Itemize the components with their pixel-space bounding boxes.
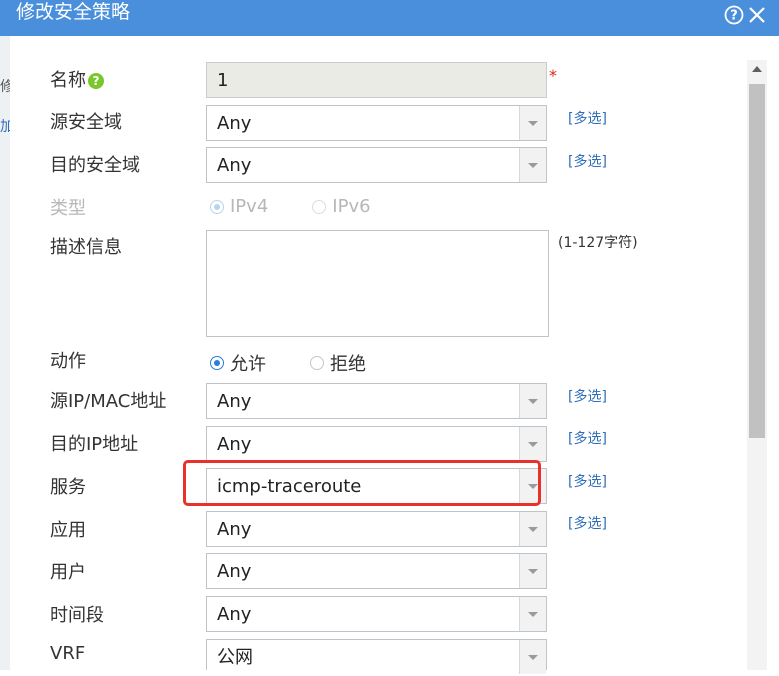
type-ipv6-label: IPv6	[332, 196, 371, 217]
vrf-value: 公网	[217, 647, 253, 668]
dst-zone-select[interactable]: Any	[206, 147, 547, 183]
help-icon[interactable]: ?	[723, 4, 745, 26]
src-addr-select[interactable]: Any	[206, 383, 547, 419]
dst-addr-value: Any	[217, 434, 252, 455]
description-textarea[interactable]	[206, 230, 549, 337]
service-highlight-box	[183, 460, 541, 506]
application-select[interactable]: Any	[206, 511, 547, 547]
dst-zone-value: Any	[217, 155, 252, 176]
vrf-select[interactable]: 公网	[206, 639, 547, 674]
type-ipv4-radio[interactable]	[210, 199, 224, 214]
application-label: 应用	[50, 520, 86, 541]
name-value: 1	[217, 70, 229, 91]
service-label: 服务	[50, 477, 86, 498]
required-mark: *	[549, 66, 557, 85]
time-range-select[interactable]: Any	[206, 596, 547, 632]
src-zone-select[interactable]: Any	[206, 105, 547, 141]
action-radio-group: 允许 拒绝	[210, 350, 410, 376]
src-zone-multi-link[interactable]: [多选]	[568, 108, 607, 128]
background-text-fragment: 修	[0, 79, 10, 95]
application-multi-link[interactable]: [多选]	[568, 513, 607, 533]
src-zone-label: 源安全域	[50, 112, 122, 133]
src-addr-label: 源IP/MAC地址	[50, 391, 167, 412]
application-value: Any	[217, 519, 252, 540]
dst-zone-label: 目的安全域	[50, 155, 140, 176]
dialog-body: 名称? 1 * 源安全域 Any [多选] 目的安全域 Any [多选] 类型 …	[10, 36, 779, 674]
name-help-icon[interactable]: ?	[88, 73, 104, 89]
src-addr-multi-link[interactable]: [多选]	[568, 386, 607, 406]
action-label: 动作	[50, 351, 86, 372]
dialog-titlebar: 修改安全策略 ?	[0, 0, 779, 36]
description-hint: (1-127字符)	[558, 235, 638, 251]
name-label-text: 名称	[50, 70, 86, 91]
dst-addr-label: 目的IP地址	[50, 434, 139, 455]
time-range-value: Any	[217, 604, 252, 625]
name-field[interactable]: 1	[206, 62, 547, 98]
type-radio-group: IPv4 IPv6	[210, 196, 415, 217]
user-select[interactable]: Any	[206, 553, 547, 589]
dst-zone-multi-link[interactable]: [多选]	[568, 151, 607, 171]
action-allow-label: 允许	[230, 354, 266, 375]
chevron-down-icon[interactable]	[519, 512, 546, 546]
background-link-fragment: 加	[0, 119, 10, 135]
vertical-scrollbar[interactable]	[747, 60, 767, 670]
chevron-down-icon[interactable]	[519, 106, 546, 140]
scroll-up-icon[interactable]	[747, 60, 767, 80]
type-ipv6-radio[interactable]	[312, 199, 327, 214]
chevron-down-icon[interactable]	[519, 384, 546, 418]
src-addr-value: Any	[217, 391, 252, 412]
service-multi-link[interactable]: [多选]	[568, 471, 607, 491]
src-zone-value: Any	[217, 113, 252, 134]
chevron-down-icon[interactable]	[519, 640, 546, 674]
type-label: 类型	[50, 198, 86, 219]
dst-addr-select[interactable]: Any	[206, 426, 547, 462]
user-value: Any	[217, 561, 252, 582]
action-deny-label: 拒绝	[330, 354, 366, 375]
action-allow-radio[interactable]	[210, 356, 224, 370]
chevron-down-icon[interactable]	[519, 597, 546, 631]
vrf-label: VRF	[50, 643, 86, 664]
name-label: 名称?	[50, 66, 104, 92]
dialog-title: 修改安全策略	[16, 1, 131, 23]
chevron-down-icon[interactable]	[519, 554, 546, 588]
scrollbar-thumb[interactable]	[749, 84, 765, 438]
close-icon[interactable]	[746, 4, 768, 26]
user-label: 用户	[50, 562, 86, 583]
chevron-down-icon[interactable]	[519, 148, 546, 182]
chevron-down-icon[interactable]	[519, 427, 546, 461]
description-label: 描述信息	[50, 237, 122, 258]
svg-text:?: ?	[730, 9, 738, 24]
time-range-label: 时间段	[50, 605, 104, 626]
type-ipv4-label: IPv4	[230, 196, 269, 217]
action-deny-radio[interactable]	[310, 356, 324, 370]
dst-addr-multi-link[interactable]: [多选]	[568, 428, 607, 448]
